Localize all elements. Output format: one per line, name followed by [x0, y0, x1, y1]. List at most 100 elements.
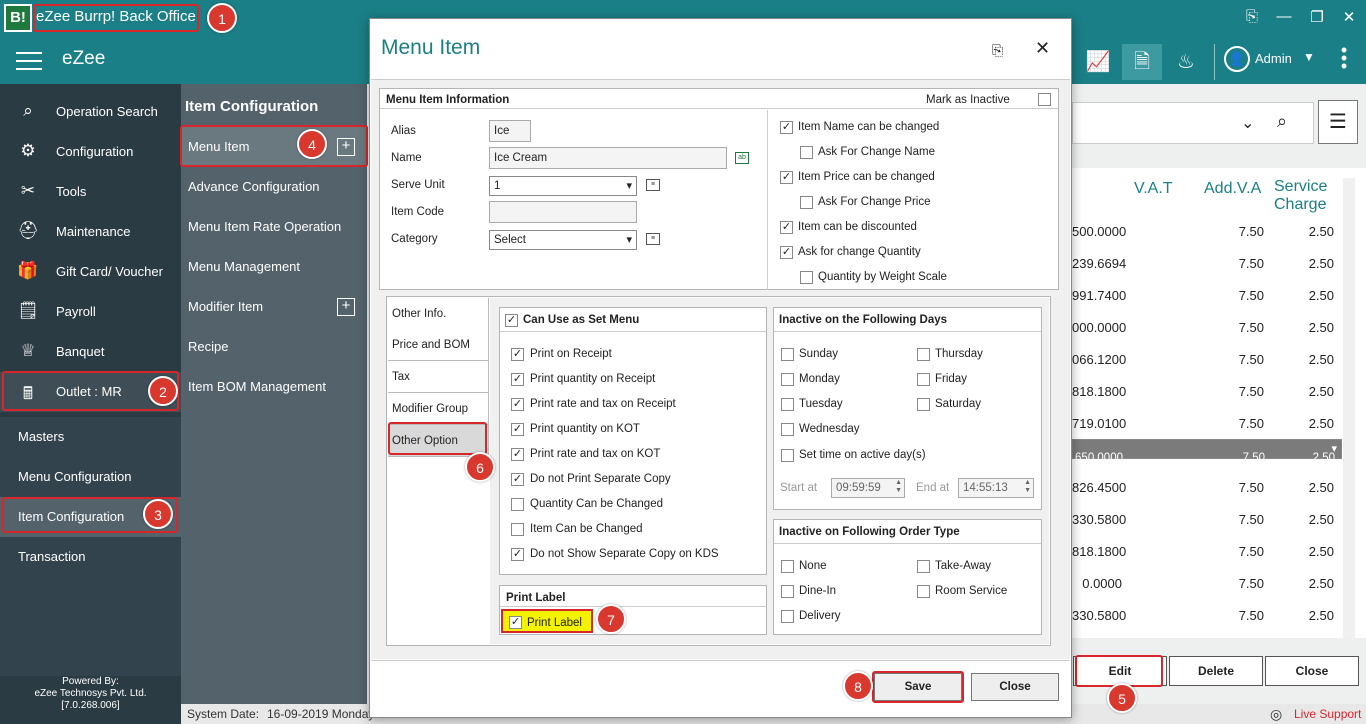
table-row[interactable]: 818.18007.502.505.00	[1072, 535, 1342, 567]
room-service-checkbox[interactable]	[917, 585, 930, 598]
sidebar-sub-masters[interactable]: Masters	[0, 417, 181, 457]
monday-checkbox[interactable]	[781, 373, 794, 386]
option-checkbox[interactable]: ✓	[511, 423, 524, 436]
list-view-button[interactable]: ☰	[1318, 100, 1358, 144]
translate-name-icon[interactable]: ab	[735, 152, 749, 164]
wave-icon[interactable]: ♨	[1166, 44, 1206, 80]
dialog-close-button[interactable]: Close	[971, 673, 1059, 701]
category-select[interactable]: Select	[489, 230, 637, 250]
sidebar-item-maintenance[interactable]: ⛑ Maintenance	[0, 212, 181, 252]
sunday-checkbox[interactable]	[781, 348, 794, 361]
friday-checkbox[interactable]	[917, 373, 930, 386]
sidebar-sub-menu-configuration[interactable]: Menu Configuration	[0, 457, 181, 497]
live-support-link[interactable]: Live Support	[1294, 707, 1361, 721]
ask-change-quantity-checkbox[interactable]: ✓	[780, 246, 793, 259]
option-checkbox[interactable]: ✓	[511, 398, 524, 411]
close-window-icon[interactable]: ✕	[1337, 8, 1361, 26]
tuesday-checkbox[interactable]	[781, 398, 794, 411]
panel-item-item-bom-management[interactable]: Item BOM Management	[181, 367, 367, 407]
add-modifier-item-icon[interactable]: +	[337, 298, 355, 316]
option-checkbox[interactable]: ✓	[511, 373, 524, 386]
ask-change-name-checkbox[interactable]	[800, 146, 813, 159]
translate-icon[interactable]: ⎘	[1240, 8, 1264, 25]
table-row[interactable]: 818.18007.502.505.00	[1072, 375, 1342, 407]
option-checkbox[interactable]	[511, 498, 524, 511]
tab-other-info[interactable]: Other Info.	[388, 298, 488, 330]
panel-item-menu-management[interactable]: Menu Management	[181, 247, 367, 287]
alias-input[interactable]: Ice	[489, 120, 531, 142]
panel-item-advance-configuration[interactable]: Advance Configuration	[181, 167, 367, 207]
option-checkbox[interactable]: ✓	[511, 448, 524, 461]
table-row[interactable]: 991.74007.502.505.00	[1072, 279, 1342, 311]
sidebar-item-banquet[interactable]: ♕ Banquet	[0, 332, 181, 372]
ask-change-price-checkbox[interactable]	[800, 196, 813, 209]
hamburger-menu-icon[interactable]	[16, 52, 42, 70]
weight-scale-checkbox[interactable]	[800, 271, 813, 284]
column-header-service-charge[interactable]: Service Charge	[1274, 178, 1334, 214]
table-scrollbar[interactable]	[1343, 178, 1355, 638]
option-checkbox[interactable]: ✓	[511, 473, 524, 486]
option-checkbox[interactable]	[511, 523, 524, 536]
start-time-spinner-icon[interactable]: ▲ ▼	[895, 479, 902, 495]
minimize-icon[interactable]: —	[1272, 8, 1296, 25]
delete-button[interactable]: Delete	[1169, 656, 1263, 686]
sidebar-item-tools[interactable]: ✂ Tools	[0, 172, 181, 212]
close-button[interactable]: Close	[1265, 656, 1359, 686]
option-checkbox[interactable]: ✓	[511, 348, 524, 361]
panel-item-menu-item-rate-operation[interactable]: Menu Item Rate Operation	[181, 207, 367, 247]
serve-unit-select[interactable]: 1	[489, 176, 637, 196]
table-row[interactable]: 330.58007.502.505.00	[1072, 599, 1342, 631]
none-checkbox[interactable]	[781, 560, 794, 573]
tab-price-and-bom[interactable]: Price and BOM	[388, 329, 488, 361]
table-row[interactable]: 650.00007.502.505.00	[1072, 439, 1342, 464]
panel-item-modifier-item[interactable]: Modifier Item +	[181, 287, 367, 327]
category-add-icon[interactable]: ≡	[646, 233, 660, 245]
item-price-change-checkbox[interactable]: ✓	[780, 171, 793, 184]
table-row[interactable]: 0.00007.502.505.00	[1072, 567, 1342, 599]
table-row[interactable]: 826.45007.502.505.00	[1072, 471, 1342, 503]
search-icon[interactable]: ⌕	[1277, 111, 1287, 132]
sidebar-item-payroll[interactable]: 🗒 Payroll	[0, 292, 181, 332]
table-row[interactable]: 239.66947.502.505.00	[1072, 247, 1342, 279]
user-avatar-icon[interactable]: 👤	[1224, 46, 1250, 72]
set-menu-checkbox[interactable]: ✓	[505, 314, 518, 327]
delivery-checkbox[interactable]	[781, 610, 794, 623]
wednesday-checkbox[interactable]	[781, 423, 794, 436]
item-code-input[interactable]	[489, 201, 637, 223]
option-checkbox[interactable]: ✓	[511, 548, 524, 561]
column-header-vat[interactable]: V.A.T	[1134, 180, 1173, 198]
thursday-checkbox[interactable]	[917, 348, 930, 361]
dine-in-checkbox[interactable]	[781, 585, 794, 598]
take-away-checkbox[interactable]	[917, 560, 930, 573]
table-row[interactable]: 000.00007.502.505.00	[1072, 311, 1342, 343]
dropdown-chevron-icon[interactable]: ⌄	[1241, 113, 1254, 133]
mark-inactive-checkbox[interactable]	[1038, 93, 1051, 106]
document-icon[interactable]: 🗎	[1122, 44, 1162, 80]
chart-icon[interactable]: 📈	[1078, 44, 1118, 80]
panel-item-recipe[interactable]: Recipe	[181, 327, 367, 367]
sidebar-item-gift-card[interactable]: 🎁 Gift Card/ Voucher	[0, 252, 181, 292]
restore-icon[interactable]: ❐	[1305, 8, 1329, 26]
user-name[interactable]: Admin	[1255, 51, 1292, 66]
end-time-spinner-icon[interactable]: ▲ ▼	[1024, 479, 1031, 495]
serve-unit-add-icon[interactable]: ≡	[646, 179, 660, 191]
set-time-checkbox[interactable]	[781, 449, 794, 462]
sidebar-sub-transaction[interactable]: Transaction	[0, 537, 181, 577]
saturday-checkbox[interactable]	[917, 398, 930, 411]
item-discounted-checkbox[interactable]: ✓	[780, 221, 793, 234]
column-header-add-vat[interactable]: Add.V.A	[1204, 180, 1261, 198]
table-row[interactable]: 066.12007.502.505.00	[1072, 343, 1342, 375]
print-label-checkbox[interactable]: ✓	[509, 616, 522, 629]
more-options-icon[interactable]: • • •	[1340, 41, 1348, 75]
sidebar-item-operation-search[interactable]: ⌕ Operation Search	[0, 92, 181, 132]
search-bar[interactable]: ⌄ ⌕	[1072, 102, 1314, 144]
name-input[interactable]: Ice Cream	[489, 147, 727, 169]
table-row[interactable]: 719.01007.502.505.00	[1072, 407, 1342, 439]
item-name-change-checkbox[interactable]: ✓	[780, 121, 793, 134]
sidebar-item-configuration[interactable]: ⚙ Configuration	[0, 132, 181, 172]
dialog-close-icon[interactable]: ✕	[1035, 38, 1050, 59]
tab-tax[interactable]: Tax	[388, 361, 488, 393]
tab-modifier-group[interactable]: Modifier Group	[388, 393, 488, 425]
chevron-down-icon[interactable]: ▼	[1303, 50, 1315, 64]
end-time-input[interactable]: 14:55:13 ▲ ▼	[958, 478, 1034, 498]
